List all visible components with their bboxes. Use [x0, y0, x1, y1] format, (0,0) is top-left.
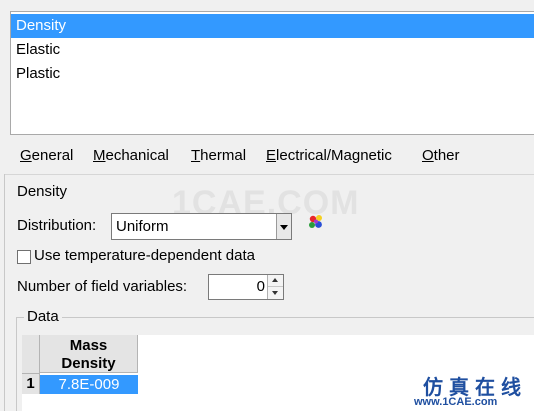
combobox-dropdown-arrow-icon[interactable] [276, 214, 291, 239]
menu-thermal-mnemonic: T [191, 147, 201, 164]
corner-watermark-url: www.1CAE.com [414, 396, 498, 408]
distribution-label: Distribution: [17, 217, 97, 234]
menu-general[interactable]: General [20, 144, 73, 168]
distribution-combobox[interactable]: Uniform [111, 213, 292, 240]
menu-other-label: ther [433, 147, 460, 164]
column-header-line-2: Density [61, 355, 116, 372]
menu-mechanical-mnemonic: M [93, 147, 106, 164]
menu-thermal[interactable]: Thermal [191, 144, 246, 168]
menu-mechanical-label: echanical [105, 147, 169, 164]
menu-thermal-label: hermal [200, 147, 247, 164]
behavior-item-plastic[interactable]: Plastic [11, 62, 534, 86]
menu-electrical-magnetic[interactable]: Electrical/Magnetic [266, 144, 392, 168]
menu-general-mnemonic: G [20, 147, 32, 164]
material-behaviors-list[interactable]: Density Elastic Plastic [10, 11, 534, 135]
temperature-dependent-label: Use temperature-dependent data [34, 247, 255, 264]
density-section-title: Density [17, 183, 68, 200]
spinner-down-icon[interactable] [268, 287, 283, 299]
column-header-mass-density[interactable]: Mass Density [40, 335, 138, 373]
field-variables-spinner[interactable]: 0 [208, 274, 284, 300]
section-divider [4, 174, 534, 175]
column-header-line-1: Mass [69, 337, 108, 354]
temperature-dependent-checkbox[interactable] [17, 250, 31, 264]
row-header[interactable]: 1 [22, 374, 40, 394]
behavior-item-elastic[interactable]: Elastic [11, 38, 534, 62]
behavior-item-density[interactable]: Density [11, 14, 534, 38]
menu-mechanical[interactable]: Mechanical [93, 144, 169, 168]
spinner-up-icon[interactable] [268, 275, 283, 287]
field-variables-label: Number of field variables: [17, 278, 188, 295]
table-corner [22, 335, 40, 374]
data-groupbox-title: Data [24, 307, 62, 327]
menu-electrical-label: lectrical/Magnetic [276, 147, 392, 164]
spinner-arrows [267, 275, 283, 299]
field-variables-value: 0 [256, 278, 265, 295]
distribution-value: Uniform [116, 218, 169, 235]
menu-electrical-mnemonic: E [266, 147, 277, 164]
create-field-icon[interactable] [307, 213, 325, 231]
table-cell-mass-density[interactable]: 7.8E-009 [40, 375, 138, 394]
menu-other[interactable]: Other [422, 144, 460, 168]
menu-general-label: eneral [31, 147, 74, 164]
behavior-menubar: General Mechanical Thermal Electrical/Ma… [10, 144, 534, 168]
section-left-border [4, 174, 5, 411]
menu-other-mnemonic: O [422, 147, 434, 164]
